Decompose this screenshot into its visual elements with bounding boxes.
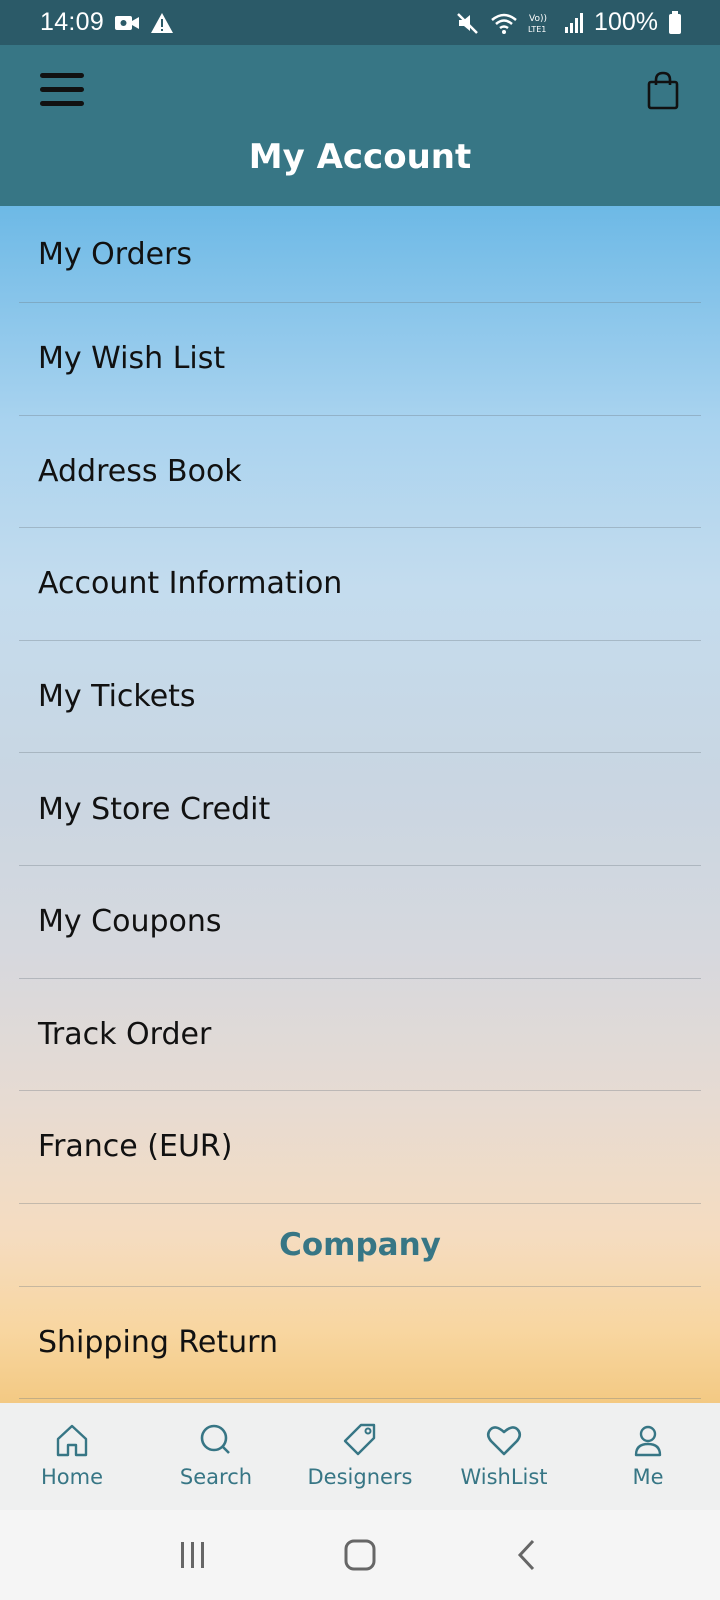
hamburger-menu-icon[interactable] xyxy=(40,73,88,113)
shopping-bag-icon[interactable] xyxy=(646,71,686,115)
menu-item-label: My Store Credit xyxy=(38,791,271,827)
tab-label: Me xyxy=(632,1465,664,1489)
account-menu[interactable]: My Orders My Wish List Address Book Acco… xyxy=(0,206,720,1403)
battery-percent: 100% xyxy=(594,8,658,36)
mute-icon xyxy=(456,11,480,35)
signal-icon xyxy=(564,12,584,34)
home-nav-icon[interactable] xyxy=(330,1525,390,1585)
tab-label: Designers xyxy=(307,1465,413,1489)
status-left: 14:09 xyxy=(40,8,174,37)
menu-item-address-book[interactable]: Address Book xyxy=(19,416,701,529)
tab-designers[interactable]: Designers xyxy=(288,1403,432,1510)
menu-item-label: Shipping Return xyxy=(38,1325,278,1361)
menu-item-label: My Orders xyxy=(38,236,193,272)
menu-item-label: France (EUR) xyxy=(38,1129,233,1165)
home-icon xyxy=(53,1421,91,1463)
menu-item-track-order[interactable]: Track Order xyxy=(19,979,701,1092)
wifi-icon xyxy=(490,11,518,35)
volte-icon: Vo)) LTE1 xyxy=(528,11,554,35)
user-icon xyxy=(629,1421,667,1463)
system-nav-bar xyxy=(0,1510,720,1600)
menu-item-my-tickets[interactable]: My Tickets xyxy=(19,641,701,754)
menu-item-my-wish-list[interactable]: My Wish List xyxy=(19,303,701,416)
tab-wishlist[interactable]: WishList xyxy=(432,1403,576,1510)
menu-item-my-orders[interactable]: My Orders xyxy=(19,206,701,303)
tab-search[interactable]: Search xyxy=(144,1403,288,1510)
tag-icon xyxy=(341,1421,379,1463)
menu-item-label: My Coupons xyxy=(38,904,222,940)
tab-label: WishList xyxy=(460,1465,548,1489)
menu-item-label: Track Order xyxy=(38,1016,212,1052)
tab-label: Search xyxy=(179,1465,253,1489)
tab-me[interactable]: Me xyxy=(576,1403,720,1510)
heart-icon xyxy=(485,1421,523,1463)
menu-item-currency[interactable]: France (EUR) xyxy=(19,1091,701,1204)
menu-item-account-information[interactable]: Account Information xyxy=(19,528,701,641)
status-bar: 14:09 Vo)) LTE1 100% xyxy=(0,0,720,45)
warning-icon xyxy=(150,12,174,34)
menu-item-shipping-return[interactable]: Shipping Return xyxy=(19,1287,701,1400)
back-icon[interactable] xyxy=(497,1525,557,1585)
search-icon xyxy=(197,1421,235,1463)
menu-item-label: My Wish List xyxy=(38,341,226,377)
svg-text:LTE1: LTE1 xyxy=(528,25,546,34)
menu-item-label: Address Book xyxy=(38,453,242,489)
menu-item-my-coupons[interactable]: My Coupons xyxy=(19,866,701,979)
page-title: My Account xyxy=(248,137,472,177)
recent-apps-icon[interactable] xyxy=(163,1525,223,1585)
video-call-icon xyxy=(114,13,140,33)
status-time: 14:09 xyxy=(40,8,105,36)
tab-home[interactable]: Home xyxy=(0,1403,144,1510)
menu-item-my-store-credit[interactable]: My Store Credit xyxy=(19,753,701,866)
tab-label: Home xyxy=(40,1465,103,1489)
section-header-company: Company xyxy=(19,1204,701,1287)
app-header: My Account xyxy=(0,45,720,206)
battery-icon xyxy=(668,10,682,35)
menu-item-label: Account Information xyxy=(38,566,343,602)
menu-item-label: My Tickets xyxy=(38,679,196,715)
svg-text:Vo)): Vo)) xyxy=(529,14,547,24)
menu-list: My Orders My Wish List Address Book Acco… xyxy=(0,206,720,1400)
status-right: Vo)) LTE1 100% xyxy=(456,8,682,37)
bottom-tab-bar: Home Search Designers WishList Me xyxy=(0,1403,720,1510)
